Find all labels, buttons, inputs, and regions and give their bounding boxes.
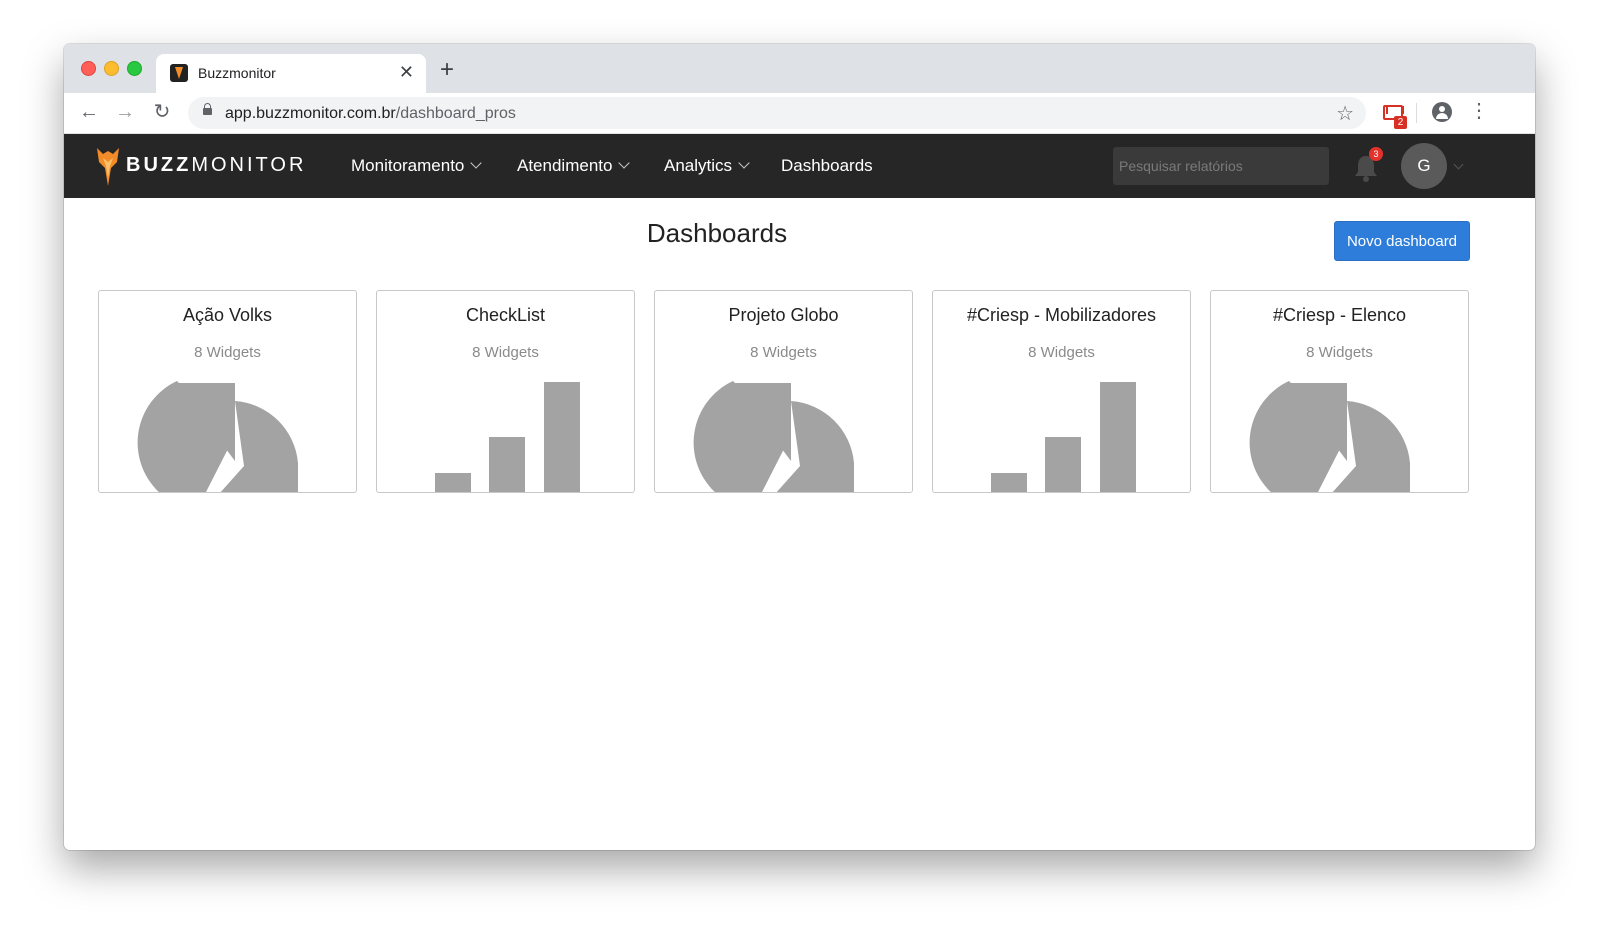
- maximize-window-button[interactable]: [127, 61, 142, 76]
- dashboard-card[interactable]: CheckList 8 Widgets: [376, 290, 635, 493]
- pie-chart-icon: [137, 381, 298, 492]
- nav-dashboards-label: Dashboards: [781, 156, 873, 175]
- pie-chart-icon: [1249, 381, 1410, 492]
- logo-light-part: MONITOR: [191, 154, 307, 176]
- close-window-button[interactable]: [81, 61, 96, 76]
- nav-analytics[interactable]: Analytics: [664, 156, 750, 176]
- reload-icon[interactable]: ↻: [150, 100, 174, 124]
- bar-chart-icon: [435, 382, 580, 492]
- nav-analytics-label: Analytics: [664, 156, 733, 175]
- tab-title: Buzzmonitor: [198, 65, 276, 81]
- browser-tab-strip: Buzzmonitor ✕ +: [64, 44, 1535, 93]
- nav-dashboards[interactable]: Dashboards: [781, 156, 873, 176]
- browser-tab[interactable]: Buzzmonitor ✕: [156, 54, 426, 93]
- nav-monitoramento[interactable]: Monitoramento: [351, 156, 483, 176]
- logo-bold-part: BUZZ: [126, 154, 192, 176]
- browser-profile-icon[interactable]: [1432, 102, 1452, 122]
- chevron-down-icon: [738, 157, 750, 169]
- page-title: Dashboards: [646, 218, 788, 248]
- url-host: app.buzzmonitor.com.br: [225, 105, 396, 122]
- dashboard-card[interactable]: Projeto Globo 8 Widgets: [654, 290, 913, 493]
- nav-atendimento-label: Atendimento: [517, 156, 613, 175]
- nav-monitoramento-label: Monitoramento: [351, 156, 465, 175]
- lock-icon[interactable]: [203, 103, 212, 115]
- browser-menu-icon[interactable]: ⋮: [1469, 99, 1489, 123]
- bookmark-star-icon[interactable]: ☆: [1336, 101, 1354, 126]
- browser-toolbar: ← → ↻ app.buzzmonitor.com.br/dashboard_p…: [64, 93, 1535, 134]
- chevron-down-icon: [470, 157, 483, 169]
- browser-window: Buzzmonitor ✕ + ← → ↻ app.buzzmonitor.co…: [64, 44, 1535, 850]
- search-reports-input[interactable]: [1113, 147, 1329, 185]
- new-tab-icon[interactable]: +: [440, 58, 454, 82]
- forward-arrow-icon[interactable]: →: [113, 100, 137, 124]
- new-dashboard-button[interactable]: Novo dashboard: [1334, 221, 1470, 261]
- address-bar[interactable]: app.buzzmonitor.com.br/dashboard_pros ☆: [188, 97, 1366, 129]
- buzzmonitor-favicon-icon: [170, 64, 188, 82]
- gmail-unread-badge: 2: [1394, 116, 1407, 129]
- dashboard-card[interactable]: Ação Volks 8 Widgets: [98, 290, 357, 493]
- user-menu-chevron-icon[interactable]: [1453, 159, 1464, 170]
- buzzmonitor-logo-icon[interactable]: [97, 148, 119, 186]
- url-path: /dashboard_pros: [395, 105, 516, 122]
- buzzmonitor-logo-text[interactable]: BUZZMONITOR: [126, 154, 306, 177]
- close-tab-icon[interactable]: ✕: [399, 62, 414, 82]
- back-arrow-icon[interactable]: ←: [77, 100, 101, 124]
- chevron-down-icon: [618, 157, 631, 169]
- dashboard-card[interactable]: #Criesp - Mobilizadores 8 Widgets: [932, 290, 1191, 493]
- minimize-window-button[interactable]: [104, 61, 119, 76]
- user-avatar[interactable]: G: [1401, 143, 1447, 189]
- app-header: BUZZMONITOR Monitoramento Atendimento An…: [64, 134, 1535, 198]
- bar-chart-icon: [991, 382, 1136, 492]
- toolbar-divider: [1416, 103, 1417, 123]
- nav-atendimento[interactable]: Atendimento: [517, 156, 631, 176]
- url-text: app.buzzmonitor.com.br/dashboard_pros: [225, 105, 516, 123]
- notification-badge: 3: [1369, 147, 1383, 161]
- dashboard-card[interactable]: #Criesp - Elenco 8 Widgets: [1210, 290, 1469, 493]
- pie-chart-icon: [693, 381, 854, 492]
